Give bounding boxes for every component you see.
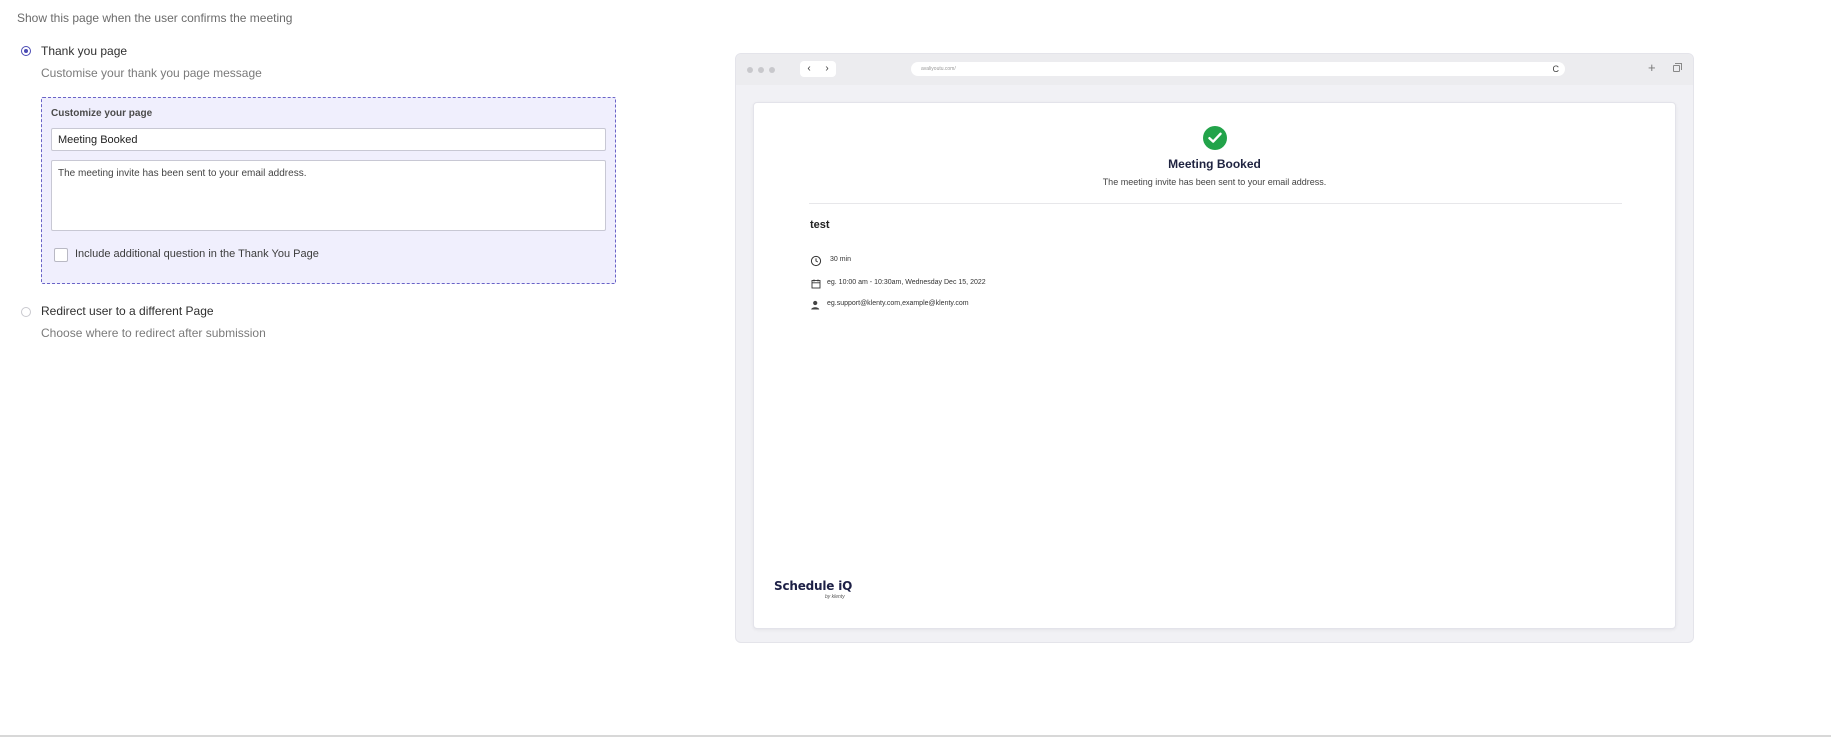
- calendar-icon: [811, 279, 821, 289]
- redirect-radio[interactable]: [21, 307, 31, 317]
- event-name: test: [810, 219, 830, 231]
- back-arrow-icon[interactable]: ‹: [800, 61, 818, 77]
- success-check-icon: [1203, 126, 1227, 150]
- preview-browser-window: ‹ › avaliyoutu.com/ C + Meeting Booked T…: [735, 53, 1694, 643]
- new-tab-plus-icon[interactable]: +: [1648, 60, 1656, 76]
- schedule-iq-logo: Schedule iQ: [774, 579, 853, 593]
- clock-icon: [810, 255, 822, 267]
- thank-you-page-description: Customise your thank you page message: [41, 66, 262, 80]
- section-heading: Show this page when the user confirms th…: [17, 11, 293, 25]
- preview-title: Meeting Booked: [1168, 157, 1261, 171]
- window-dot-maximize: [769, 67, 775, 73]
- window-dot-close: [747, 67, 753, 73]
- message-textarea[interactable]: The meeting invite has been sent to your…: [51, 160, 606, 231]
- url-text: avaliyoutu.com/: [921, 66, 956, 72]
- person-icon: [811, 300, 820, 310]
- browser-toolbar: ‹ › avaliyoutu.com/ C +: [736, 54, 1693, 85]
- additional-question-label[interactable]: Include additional question in the Thank…: [75, 248, 319, 260]
- schedule-iq-logo-sub: by klenty: [825, 594, 845, 600]
- url-bar[interactable]: avaliyoutu.com/ C: [911, 62, 1565, 76]
- page-title-input[interactable]: [51, 128, 606, 151]
- forward-arrow-icon[interactable]: ›: [818, 61, 836, 77]
- thank-you-preview-card: Meeting Booked The meeting invite has be…: [753, 102, 1676, 629]
- attendees-text: eg.support@klenty.com,example@klenty.com: [827, 300, 969, 307]
- reload-icon[interactable]: C: [1553, 62, 1560, 76]
- copy-icon[interactable]: [1673, 63, 1682, 72]
- time-text: eg. 10:00 am - 10:30am, Wednesday Dec 15…: [827, 279, 986, 286]
- duration-text: 30 min: [830, 256, 852, 263]
- preview-message: The meeting invite has been sent to your…: [1102, 177, 1327, 187]
- window-dot-minimize: [758, 67, 764, 73]
- redirect-description: Choose where to redirect after submissio…: [41, 326, 266, 340]
- additional-question-checkbox[interactable]: [54, 248, 68, 262]
- preview-divider: [809, 203, 1622, 204]
- redirect-label[interactable]: Redirect user to a different Page: [41, 304, 214, 318]
- customize-panel-title: Customize your page: [51, 108, 153, 119]
- customize-page-panel: Customize your page The meeting invite h…: [41, 97, 616, 284]
- thank-you-page-label[interactable]: Thank you page: [41, 44, 127, 58]
- browser-nav-group: ‹ ›: [800, 61, 836, 77]
- thank-you-page-radio[interactable]: [21, 46, 31, 56]
